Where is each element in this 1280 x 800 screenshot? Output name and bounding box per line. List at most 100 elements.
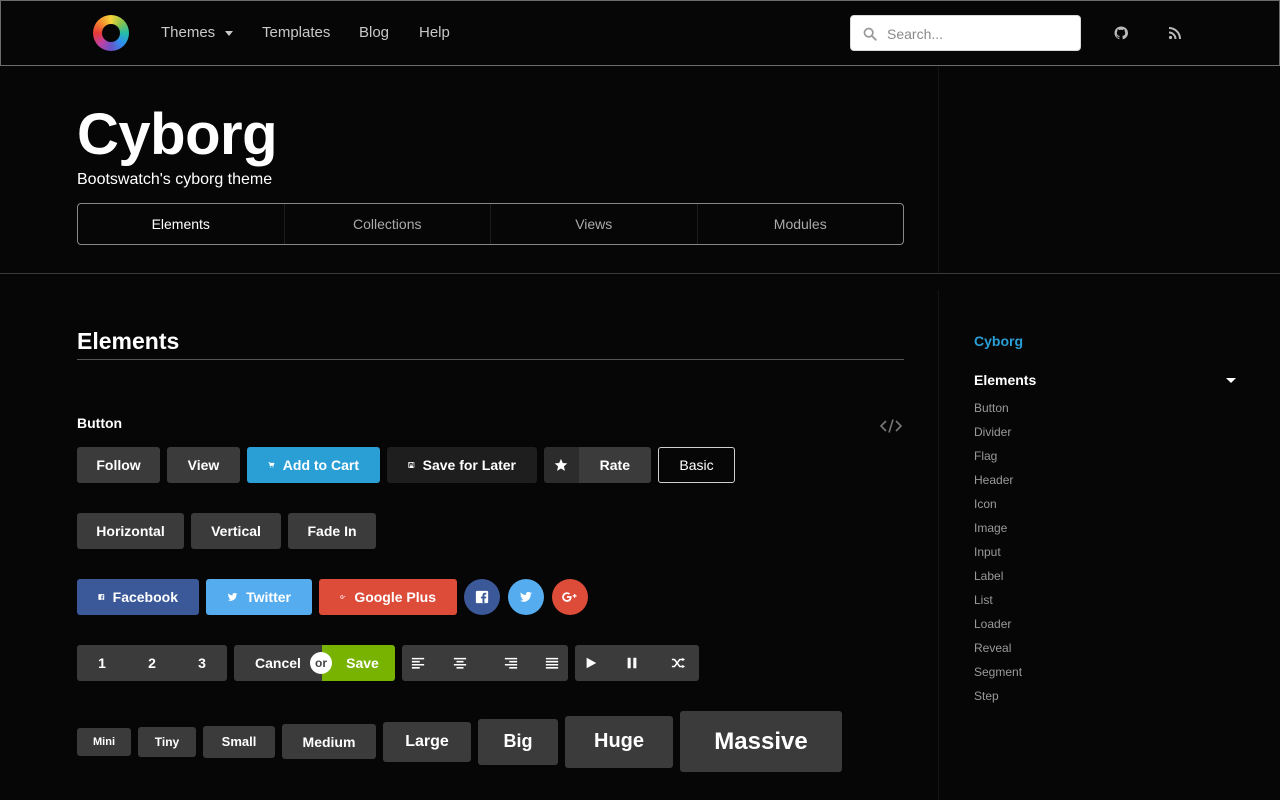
- tab-collections[interactable]: Collections: [283, 204, 491, 244]
- align-left-icon: [411, 657, 425, 669]
- subsection-title: Button: [77, 415, 123, 431]
- chevron-down-icon: [1226, 378, 1236, 383]
- sidebar-item-label[interactable]: Label: [974, 569, 1022, 593]
- save-button[interactable]: Save: [322, 645, 395, 681]
- google-plus-button[interactable]: Google Plus: [319, 579, 457, 615]
- align-right-icon: [504, 657, 518, 669]
- sidebar-item-list[interactable]: List: [974, 593, 1022, 617]
- google-plus-icon: [340, 595, 346, 599]
- button-row-animated: Horizontal Vertical Fade In: [77, 513, 376, 549]
- rss-icon[interactable]: [1167, 25, 1183, 41]
- align-center-icon: [453, 657, 467, 669]
- sidebar-item-image[interactable]: Image: [974, 521, 1022, 545]
- twitter-label: Twitter: [246, 589, 291, 605]
- play-button[interactable]: [575, 645, 607, 681]
- align-right-button[interactable]: [486, 645, 536, 681]
- sidebar-item-divider[interactable]: Divider: [974, 425, 1022, 449]
- view-button[interactable]: View: [167, 447, 240, 483]
- cart-icon: [268, 462, 275, 468]
- nav-help[interactable]: Help: [419, 24, 450, 42]
- horizontal-button[interactable]: Horizontal: [77, 513, 184, 549]
- twitter-button[interactable]: Twitter: [206, 579, 312, 615]
- big-button[interactable]: Big: [478, 718, 558, 765]
- align-center-button[interactable]: [434, 645, 486, 681]
- page-2-button[interactable]: 2: [127, 645, 177, 681]
- fade-in-button[interactable]: Fade In: [288, 513, 376, 549]
- tab-views[interactable]: Views: [490, 204, 697, 244]
- huge-button[interactable]: Huge: [565, 715, 673, 768]
- align-left-button[interactable]: [402, 645, 434, 681]
- rate-icon-segment[interactable]: [544, 447, 579, 483]
- sidebar-item-input[interactable]: Input: [974, 545, 1022, 569]
- sidebar-item-header[interactable]: Header: [974, 473, 1022, 497]
- small-button[interactable]: Small: [203, 725, 275, 758]
- sidebar-item-reveal[interactable]: Reveal: [974, 641, 1022, 665]
- sidebar-item-segment[interactable]: Segment: [974, 665, 1022, 689]
- tab-elements[interactable]: Elements: [78, 204, 284, 244]
- bootswatch-logo[interactable]: [93, 15, 129, 51]
- align-justify-button[interactable]: [536, 645, 568, 681]
- large-button[interactable]: Large: [383, 721, 471, 762]
- column-divider-top: [938, 66, 939, 273]
- search-input[interactable]: [887, 24, 1072, 44]
- sidebar-elements-label: Elements: [974, 372, 1037, 388]
- cancel-button[interactable]: Cancel: [234, 645, 322, 681]
- pause-icon: [627, 657, 637, 669]
- star-icon: [555, 458, 568, 471]
- shuffle-button[interactable]: [657, 645, 699, 681]
- google-plus-circular-button[interactable]: [552, 579, 588, 615]
- nav-themes-dropdown[interactable]: Themes: [161, 24, 234, 42]
- nav-templates[interactable]: Templates: [262, 24, 330, 42]
- add-to-cart-label: Add to Cart: [282, 457, 359, 473]
- vertical-button[interactable]: Vertical: [191, 513, 281, 549]
- page-subtitle: Bootswatch's cyborg theme: [77, 171, 273, 188]
- page-title: Cyborg: [77, 102, 278, 167]
- button-row-sizes: Mini Tiny Small Medium Large Big Huge Ma…: [77, 711, 842, 772]
- google-plus-icon: [562, 592, 577, 602]
- basic-button[interactable]: Basic: [658, 447, 735, 483]
- rate-labeled-button[interactable]: Rate: [544, 447, 651, 483]
- google-plus-label: Google Plus: [354, 589, 436, 605]
- facebook-label: Facebook: [112, 589, 178, 605]
- button-row-social: Facebook Twitter Google Plus: [77, 579, 588, 615]
- nav-blog[interactable]: Blog: [359, 24, 389, 42]
- section-tabs: Elements Collections Views Modules: [77, 203, 904, 245]
- sidebar-brand-link[interactable]: Cyborg: [974, 333, 1023, 349]
- search-box: [850, 15, 1081, 51]
- github-icon[interactable]: [1113, 25, 1129, 41]
- twitter-circular-button[interactable]: [508, 579, 544, 615]
- sidebar-elements-header[interactable]: Elements: [974, 372, 1239, 388]
- play-icon: [586, 657, 597, 669]
- save-for-later-button[interactable]: Save for Later: [387, 447, 537, 483]
- column-divider: [938, 290, 939, 800]
- add-to-cart-button[interactable]: Add to Cart: [247, 447, 380, 483]
- facebook-button[interactable]: Facebook: [77, 579, 199, 615]
- sidebar-item-icon[interactable]: Icon: [974, 497, 1022, 521]
- top-navbar: Themes Templates Blog Help: [0, 0, 1280, 66]
- or-divider-badge: or: [310, 652, 332, 674]
- pause-button[interactable]: [607, 645, 657, 681]
- sidebar-list: Button Divider Flag Header Icon Image In…: [974, 401, 1022, 713]
- save-for-later-label: Save for Later: [422, 457, 516, 473]
- follow-button[interactable]: Follow: [77, 447, 160, 483]
- medium-button[interactable]: Medium: [282, 724, 376, 759]
- page-1-button[interactable]: 1: [77, 645, 127, 681]
- sidebar-item-step[interactable]: Step: [974, 689, 1022, 713]
- rate-label[interactable]: Rate: [578, 447, 651, 483]
- tab-modules[interactable]: Modules: [696, 204, 904, 244]
- nav-themes-label: Themes: [161, 24, 216, 41]
- tiny-button[interactable]: Tiny: [138, 726, 196, 757]
- page-3-button[interactable]: 3: [177, 645, 227, 681]
- sidebar-item-loader[interactable]: Loader: [974, 617, 1022, 641]
- twitter-icon: [519, 591, 533, 602]
- facebook-circular-button[interactable]: [464, 579, 500, 615]
- code-icon[interactable]: [880, 418, 902, 434]
- media-button-group: [575, 645, 699, 681]
- massive-button[interactable]: Massive: [680, 711, 842, 772]
- search-icon: [863, 27, 877, 41]
- align-button-group: [402, 645, 568, 681]
- mini-button[interactable]: Mini: [77, 727, 131, 756]
- sidebar-item-flag[interactable]: Flag: [974, 449, 1022, 473]
- sidebar-item-button[interactable]: Button: [974, 401, 1022, 425]
- floppy-disk-icon: [408, 461, 415, 469]
